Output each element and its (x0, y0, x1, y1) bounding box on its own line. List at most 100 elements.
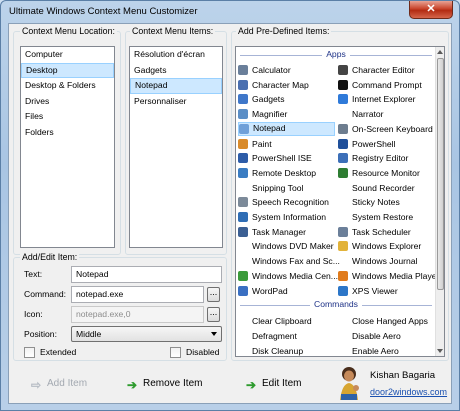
location-item[interactable]: Folders (21, 125, 114, 141)
predefined-item[interactable]: Speech Recognition (238, 195, 335, 209)
predefined-item[interactable]: PowerShell (338, 137, 434, 151)
predefined-item-label: Sound Recorder (352, 182, 415, 193)
menu-item[interactable]: Résolution d'écran (130, 47, 222, 63)
predefined-item[interactable]: Notepad (238, 121, 335, 136)
predefined-item[interactable]: Task Manager (238, 225, 335, 239)
close-button[interactable]: ✕ (409, 1, 453, 19)
predefined-item[interactable]: Internet Explorer (338, 92, 434, 106)
predefined-item[interactable]: On-Screen Keyboard (338, 122, 434, 136)
predefined-item-label: Windows Explorer (352, 241, 422, 252)
predefined-item[interactable]: XPS Viewer (338, 284, 434, 298)
predefined-item[interactable]: Character Editor (338, 63, 434, 77)
position-value: Middle (76, 329, 102, 339)
resource-monitor-icon (338, 167, 348, 178)
predefined-item[interactable]: Snipping Tool (238, 181, 335, 195)
predefined-item[interactable]: Sound Recorder (338, 181, 434, 195)
predefined-item[interactable]: Enable Aero (338, 344, 434, 356)
location-item[interactable]: Computer (21, 47, 114, 63)
location-item[interactable]: Files (21, 109, 114, 125)
predefined-item[interactable]: Windows Media Player (338, 269, 439, 283)
predefined-item[interactable]: Registry Editor (338, 151, 434, 165)
position-label: Position: (24, 329, 57, 339)
predefined-item[interactable]: Disk Cleanup (238, 344, 335, 356)
predefined-scrollbar[interactable] (435, 47, 444, 356)
xps-viewer-icon (338, 285, 348, 296)
wordpad-icon (238, 285, 248, 296)
text-field[interactable]: Notepad (71, 266, 222, 283)
keyboard-icon (338, 123, 348, 134)
apps-section-header: Apps (236, 49, 436, 61)
predefined-item-label: Windows Media Player (352, 270, 440, 281)
predefined-item[interactable]: PowerShell ISE (238, 151, 335, 165)
client-area: Context Menu Location: Computer Desktop De… (8, 23, 452, 404)
predefined-item[interactable]: Paint (238, 137, 335, 151)
menu-items-list[interactable]: Résolution d'écran Gadgets Notepad Personna… (129, 46, 223, 248)
menu-items-group-label: Context Menu Items: (130, 26, 216, 36)
predefined-item[interactable]: Windows Explorer (338, 239, 434, 253)
predefined-item[interactable]: WordPad (238, 284, 335, 298)
location-group-label: Context Menu Location: (20, 26, 117, 36)
predefined-item-label: Narrator (352, 109, 384, 120)
predefined-item[interactable]: Task Scheduler (338, 225, 434, 239)
predefined-item[interactable]: Close Hanged Apps (338, 314, 434, 328)
predefined-item[interactable]: Sticky Notes (338, 195, 434, 209)
predefined-item[interactable]: Defragment (238, 329, 335, 343)
location-item[interactable]: Desktop & Folders (21, 78, 114, 94)
predefined-item-label: Snipping Tool (252, 182, 304, 193)
menu-item[interactable]: Notepad (130, 78, 222, 94)
predefined-item[interactable]: System Information (238, 210, 335, 224)
character-editor-icon (338, 65, 348, 75)
predefined-item[interactable]: Magnifier (238, 107, 335, 121)
predefined-item[interactable]: System Restore (338, 210, 434, 224)
commands-section-header: Commands (236, 299, 436, 311)
browse-icon-button[interactable]: ... (207, 307, 220, 322)
location-list[interactable]: Computer Desktop Desktop & Folders Drives Fi… (20, 46, 115, 248)
predefined-item[interactable]: Character Map (238, 78, 335, 92)
author-name: Kishan Bagaria (370, 370, 436, 381)
scroll-up-icon[interactable] (437, 50, 443, 54)
browse-command-button[interactable]: ... (207, 287, 220, 302)
predefined-item-label: Task Scheduler (352, 226, 411, 237)
predefined-item-label: Disable Aero (352, 330, 401, 341)
location-item[interactable]: Desktop (21, 62, 114, 78)
extended-label: Extended (40, 347, 77, 357)
predefined-item[interactable]: Resource Monitor (338, 166, 434, 180)
predefined-list[interactable]: Apps Calculator Character Map Gadgets Magnif… (235, 46, 445, 357)
predefined-item[interactable]: Windows DVD Maker (238, 239, 335, 253)
menu-item[interactable]: Gadgets (130, 63, 222, 79)
predefined-item[interactable]: Clear Clipboard (238, 314, 335, 328)
predefined-item[interactable]: Windows Media Cen... (238, 269, 338, 283)
predefined-item[interactable]: Command Prompt (338, 78, 434, 92)
predefined-item-label: Registry Editor (352, 153, 409, 164)
media-center-icon (238, 270, 248, 281)
microphone-icon (238, 197, 248, 208)
text-label: Text: (24, 269, 43, 279)
predefined-item-label: Windows Media Cen... (252, 270, 338, 281)
command-field[interactable]: notepad.exe (71, 286, 204, 303)
predefined-item[interactable]: Narrator (338, 107, 434, 121)
predefined-item-label: Windows Fax and Sc... (252, 256, 340, 267)
predefined-item[interactable]: Windows Journal (338, 254, 434, 268)
apps-section-header-text: Apps (322, 49, 350, 59)
scroll-thumb[interactable] (437, 58, 444, 290)
predefined-item[interactable]: Calculator (238, 63, 335, 77)
arrow-right-icon: ➔ (127, 378, 138, 392)
position-dropdown[interactable]: Middle (71, 326, 222, 342)
predefined-item-label: Sticky Notes (352, 197, 400, 208)
predefined-item[interactable]: Gadgets (238, 92, 335, 106)
icon-field[interactable]: notepad.exe,0 (71, 306, 204, 323)
title-bar[interactable]: Ultimate Windows Context Menu Customizer… (1, 1, 459, 25)
predefined-item-label: Windows Journal (352, 256, 418, 267)
location-item[interactable]: Drives (21, 94, 114, 110)
disabled-checkbox[interactable] (170, 347, 181, 358)
author-website-link[interactable]: door2windows.com (370, 387, 447, 397)
predefined-item-label: Task Manager (252, 226, 306, 237)
predefined-item[interactable]: Remote Desktop (238, 166, 335, 180)
extended-checkbox[interactable] (24, 347, 35, 358)
predefined-item-label: XPS Viewer (352, 285, 398, 296)
scroll-down-icon[interactable] (437, 349, 443, 353)
predefined-item[interactable]: Disable Aero (338, 329, 434, 343)
menu-item[interactable]: Personnaliser (130, 94, 222, 110)
predefined-item[interactable]: Windows Fax and Sc... (238, 254, 340, 268)
calculator-icon (238, 65, 248, 75)
